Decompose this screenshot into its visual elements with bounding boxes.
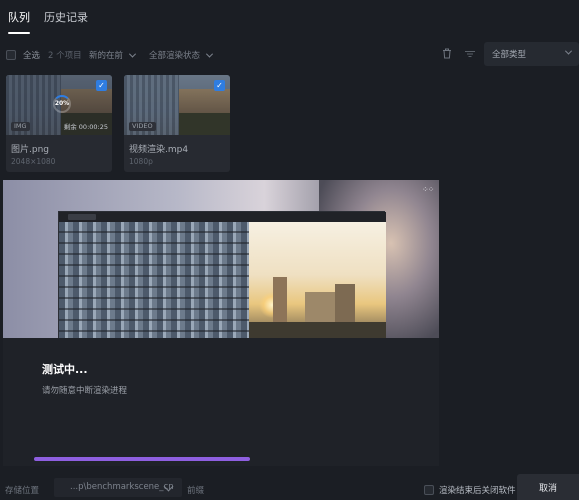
close-after-render-checkbox[interactable]	[424, 485, 434, 495]
type-filter-select[interactable]: 全部类型	[484, 42, 579, 66]
status-subtitle: 请勿随意中断渲染进程	[42, 386, 128, 396]
render-status-label: 全部渲染状态	[149, 51, 201, 61]
card-select-checkbox[interactable]: ✓	[214, 80, 225, 91]
tab-bar: 队列 历史记录	[0, 0, 579, 34]
queue-card-image[interactable]: 20% ✓ IMG 剩余 00:00:25 图片.png 2048×1080	[6, 75, 112, 172]
type-badge: VIDEO	[129, 122, 156, 131]
sort-icon[interactable]	[465, 50, 475, 58]
chevron-down-icon	[564, 47, 573, 55]
render-queue-window: 队列 历史记录 全选 2 个项目 新的在前 全部渲染状态 全部类型 20% ✓ …	[0, 0, 579, 500]
preview-app-window	[58, 211, 386, 338]
storage-location-label: 存储位置	[5, 486, 40, 496]
select-all-control[interactable]: 全选	[6, 49, 40, 61]
item-count-label: 2 个项目	[48, 51, 82, 61]
card-select-checkbox[interactable]: ✓	[96, 80, 107, 91]
storage-path-field[interactable]: ...p\benchmarkscene_cn	[54, 478, 182, 497]
card-progress-percent: 20%	[54, 100, 70, 107]
footer-bar: 存储位置 ...p\benchmarkscene_cn 前缀 渲染结束后关闭软件	[0, 474, 579, 500]
tab-history[interactable]: 历史记录	[44, 9, 88, 34]
preview-ground	[244, 322, 386, 338]
preview-facade-lines	[59, 222, 249, 338]
render-status-dropdown[interactable]: 全部渲染状态	[149, 49, 214, 61]
card-thumbnail: ✓ VIDEO	[124, 75, 230, 135]
chevron-down-icon	[128, 50, 137, 58]
render-preview: ⁘⁘	[3, 180, 439, 338]
status-title: 测试中...	[42, 363, 88, 376]
close-after-render-option[interactable]: 渲染结束后关闭软件	[424, 484, 516, 496]
trash-icon[interactable]	[442, 48, 452, 59]
remaining-time: 剩余 00:00:25	[63, 123, 108, 131]
card-resolution: 2048×1080	[11, 157, 56, 166]
sort-label: 新的在前	[89, 51, 124, 61]
chevron-down-icon	[205, 50, 214, 58]
card-resolution: 1080p	[129, 157, 153, 166]
tab-queue[interactable]: 队列	[8, 9, 30, 34]
item-count: 2 个项目	[48, 49, 82, 61]
render-progress-bar	[34, 457, 250, 461]
dots-grid-icon[interactable]: ⁘⁘	[422, 185, 434, 194]
card-file-name: 图片.png	[11, 145, 49, 155]
preview-image	[59, 222, 386, 338]
queue-card-video[interactable]: ✓ VIDEO 视频渲染.mp4 1080p	[124, 75, 230, 172]
card-thumbnail: 20% ✓ IMG 剩余 00:00:25	[6, 75, 112, 135]
cancel-button[interactable]: 取消	[517, 474, 579, 500]
sort-dropdown[interactable]: 新的在前	[89, 49, 137, 61]
type-badge: IMG	[11, 122, 30, 131]
queue-toolbar: 全选 2 个项目 新的在前 全部渲染状态 全部类型	[0, 42, 579, 66]
preview-window-bar	[59, 212, 386, 222]
select-all-label: 全选	[23, 51, 41, 61]
type-filter-label: 全部类型	[492, 50, 527, 60]
status-panel	[3, 338, 439, 466]
close-after-render-label: 渲染结束后关闭软件	[439, 486, 516, 496]
prefix-label[interactable]: 前缀	[187, 484, 204, 496]
preview-tab-chip	[68, 214, 96, 220]
select-all-checkbox[interactable]	[6, 50, 16, 60]
card-file-name: 视频渲染.mp4	[129, 145, 189, 155]
